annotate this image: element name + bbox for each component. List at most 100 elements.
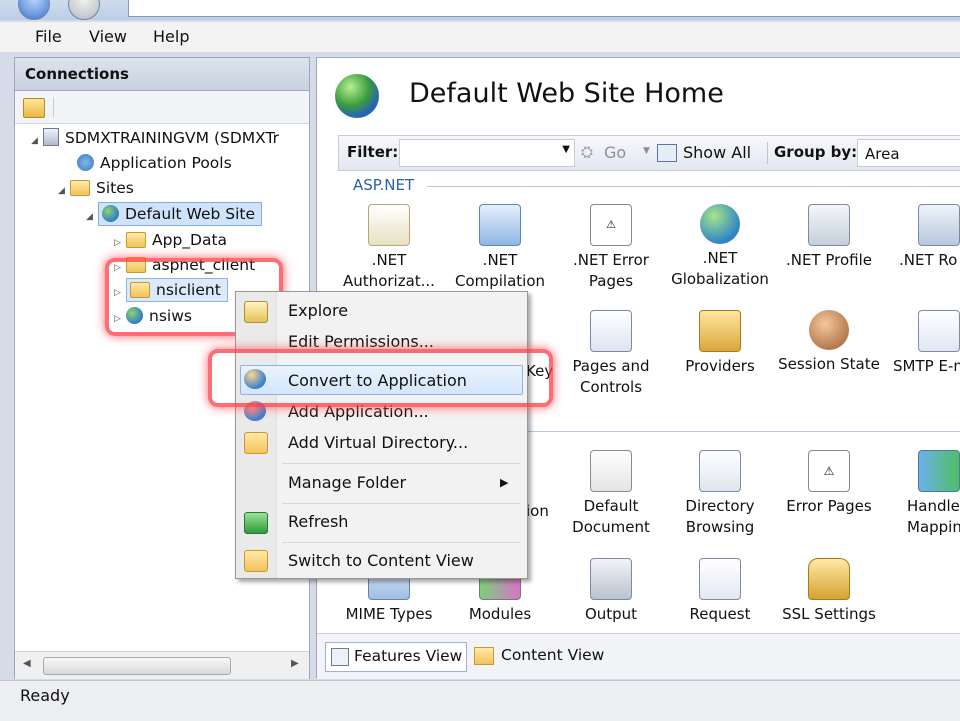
address-bar[interactable] xyxy=(128,0,960,17)
context-item-manage-folder[interactable]: Manage Folder xyxy=(288,473,406,492)
menu-file[interactable]: File xyxy=(35,27,62,46)
add-vdir-icon xyxy=(244,432,268,454)
highlight-annotation xyxy=(208,349,553,407)
globe-icon xyxy=(102,205,119,222)
feature-error-pages[interactable]: ⚠ Error Pages xyxy=(775,450,883,517)
ssl-lock-icon xyxy=(808,558,850,600)
group-by-select[interactable]: Area xyxy=(857,139,960,167)
tree-item-default-web-site[interactable]: ◢ Default Web Site xyxy=(86,202,263,229)
tree-item-server[interactable]: ◢ SDMXTRAININGVM (SDMXTr xyxy=(31,126,279,150)
tab-content-view[interactable]: Content View xyxy=(472,642,622,670)
connections-header: Connections xyxy=(15,58,309,91)
toolbar-divider xyxy=(767,142,768,164)
tree-item-sites[interactable]: ◢ Sites xyxy=(58,176,134,200)
handler-mappings-icon xyxy=(918,450,960,492)
go-button[interactable]: Go xyxy=(604,143,626,162)
menu-help[interactable]: Help xyxy=(153,27,189,46)
tab-features-view[interactable]: Features View xyxy=(325,642,467,672)
feature-net-compilation[interactable]: .NET Compilation xyxy=(446,204,554,292)
feature-pages-and-controls[interactable]: Pages and Controls xyxy=(557,310,665,398)
feature-net-profile[interactable]: .NET Profile xyxy=(775,204,883,271)
collapse-arrow-icon[interactable]: ◢ xyxy=(86,205,98,229)
profile-icon xyxy=(808,204,850,246)
status-text: Ready xyxy=(20,686,70,705)
feature-compression-label[interactable]: ion xyxy=(526,502,549,520)
filter-bar: Filter: ▼ ⛭ Go ▼ Show All Group by: Area xyxy=(338,135,960,171)
context-menu: Explore Edit Permissions... Convert to A… xyxy=(235,291,528,579)
feature-handler-mappings[interactable]: Handle Mappin xyxy=(885,450,960,538)
horizontal-scrollbar[interactable]: ◀ ▶ xyxy=(15,651,309,679)
tree-label: Application Pools xyxy=(100,154,232,172)
tree-item-application-pools[interactable]: Application Pools xyxy=(77,151,232,175)
menu-separator xyxy=(282,542,520,543)
view-tabs: Features View Content View xyxy=(317,633,960,679)
context-item-explore[interactable]: Explore xyxy=(288,301,348,320)
context-item-switch-to-content-view[interactable]: Switch to Content View xyxy=(288,551,474,570)
group-header-aspnet: ASP.NET xyxy=(353,176,415,194)
pages-controls-icon xyxy=(590,310,632,352)
feature-default-document[interactable]: Default Document xyxy=(557,450,665,538)
content-view-icon xyxy=(474,647,494,665)
feature-net-error-pages[interactable]: ⚠ .NET Error Pages xyxy=(557,204,665,292)
providers-icon xyxy=(699,310,741,352)
feature-request-filtering[interactable]: Request xyxy=(666,558,774,625)
group-divider xyxy=(527,431,960,432)
feature-ssl-settings[interactable]: SSL Settings xyxy=(775,558,883,625)
default-document-icon xyxy=(590,450,632,492)
title-bar xyxy=(0,0,960,20)
feature-providers[interactable]: Providers xyxy=(666,310,774,377)
show-all-button[interactable]: Show All xyxy=(683,143,751,162)
forward-button[interactable] xyxy=(68,0,100,20)
roles-icon xyxy=(918,204,960,246)
back-button[interactable] xyxy=(18,0,50,20)
scrollbar-thumb[interactable] xyxy=(43,657,231,675)
globe-icon xyxy=(335,74,379,118)
feature-session-state[interactable]: Session State xyxy=(775,310,883,375)
request-filtering-icon xyxy=(699,558,741,600)
error-404-icon: ⚠ xyxy=(590,204,632,246)
collapse-arrow-icon[interactable]: ◢ xyxy=(58,179,70,203)
menu-bar: File View Help xyxy=(0,22,960,52)
group-divider xyxy=(427,186,960,187)
session-state-icon xyxy=(809,310,849,350)
app-pools-icon xyxy=(77,154,94,171)
connect-icon[interactable] xyxy=(23,98,45,118)
filter-label: Filter: xyxy=(347,143,399,161)
toolbar-divider xyxy=(53,97,54,117)
feature-directory-browsing[interactable]: Directory Browsing xyxy=(666,450,774,538)
collapse-arrow-icon[interactable]: ◢ xyxy=(31,129,43,153)
feature-output-caching[interactable]: Output xyxy=(557,558,665,625)
scroll-right-icon[interactable]: ▶ xyxy=(291,658,299,669)
menu-separator xyxy=(282,503,520,504)
features-view-icon xyxy=(331,648,349,666)
feature-smtp-email[interactable]: SMTP E-m xyxy=(885,310,960,377)
menu-view[interactable]: View xyxy=(89,27,127,46)
tree-label: SDMXTRAININGVM (SDMXTr xyxy=(65,129,280,147)
filter-input[interactable]: ▼ xyxy=(399,139,575,167)
server-icon xyxy=(43,128,59,146)
dropdown-arrow-icon[interactable]: ▼ xyxy=(562,144,570,155)
scroll-left-icon[interactable]: ◀ xyxy=(23,658,31,669)
expand-arrow-icon[interactable]: ▷ xyxy=(114,231,126,255)
tree-label: Sites xyxy=(96,179,134,197)
context-item-add-virtual-directory[interactable]: Add Virtual Directory... xyxy=(288,433,468,452)
feature-net-globalization[interactable]: .NET Globalization xyxy=(666,204,774,290)
error-pages-icon: ⚠ xyxy=(808,450,850,492)
feature-net-authorization[interactable]: .NET Authorizat... xyxy=(335,204,443,292)
show-all-icon xyxy=(657,144,677,162)
context-item-refresh[interactable]: Refresh xyxy=(288,512,348,531)
connections-toolbar xyxy=(15,91,309,124)
go-icon: ⛭ xyxy=(581,143,594,161)
group-by-label: Group by: xyxy=(774,143,858,161)
refresh-icon xyxy=(244,512,268,534)
submenu-arrow-icon: ▶ xyxy=(500,476,509,489)
explore-icon xyxy=(244,301,268,323)
menu-separator xyxy=(282,463,520,464)
lock-document-icon xyxy=(368,204,410,246)
dropdown-arrow-icon[interactable]: ▼ xyxy=(643,146,650,156)
tree-item-app-data[interactable]: ▷ App_Data xyxy=(114,228,227,252)
folder-icon xyxy=(126,232,146,248)
output-caching-icon xyxy=(590,558,632,600)
feature-net-roles[interactable]: .NET Ro xyxy=(885,204,960,271)
globe-icon xyxy=(700,204,740,244)
